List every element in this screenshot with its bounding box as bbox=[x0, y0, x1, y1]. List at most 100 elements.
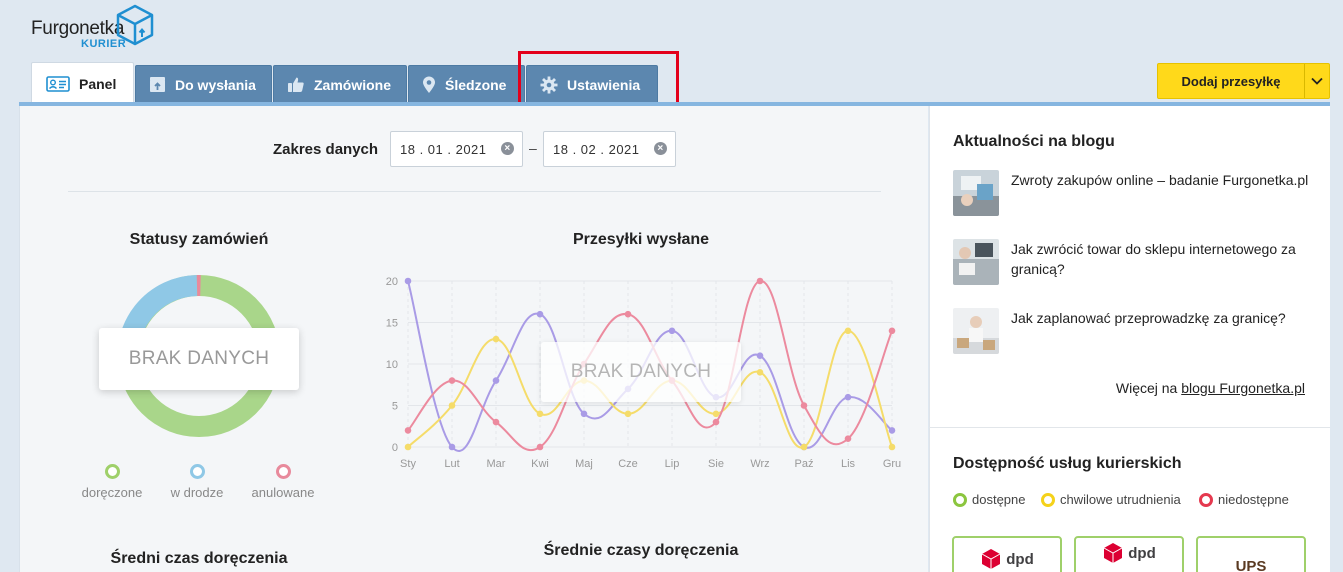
courier-availability-title: Dostępność usług kurierskich bbox=[953, 455, 1182, 472]
blog-thumbnail bbox=[953, 170, 999, 216]
x-tick-label: Mar bbox=[487, 458, 506, 470]
data-point[interactable] bbox=[888, 327, 896, 335]
clear-icon[interactable]: × bbox=[654, 142, 667, 155]
blog-item[interactable]: Jak zaplanować przeprowadzkę za granicę? bbox=[953, 308, 1313, 354]
dpd-logo: dpd bbox=[954, 548, 1060, 570]
add-shipment-label[interactable]: Dodaj przesyłkę bbox=[1158, 64, 1305, 98]
tab-do-wyslania[interactable]: Do wysłania bbox=[135, 65, 272, 103]
tab-sledzone[interactable]: Śledzone bbox=[408, 65, 525, 103]
data-point[interactable] bbox=[536, 310, 544, 318]
data-point[interactable] bbox=[712, 418, 720, 426]
status-dot bbox=[953, 492, 967, 507]
data-point[interactable] bbox=[404, 427, 412, 434]
dpd-cube-icon bbox=[982, 549, 1001, 569]
data-point[interactable] bbox=[844, 393, 852, 401]
data-point[interactable] bbox=[888, 427, 896, 434]
data-point[interactable] bbox=[800, 402, 808, 409]
x-tick-label: Kwi bbox=[531, 458, 549, 470]
blog-item[interactable]: Jak zwrócić towar do sklepu internetoweg… bbox=[953, 239, 1313, 285]
data-point[interactable] bbox=[448, 377, 456, 384]
legend-label: w drodze bbox=[170, 485, 224, 500]
data-point[interactable] bbox=[888, 443, 896, 451]
y-tick-label: 0 bbox=[392, 442, 398, 454]
avg-delivery-time-title: Średni czas doręczenia bbox=[110, 550, 288, 567]
legend-dot bbox=[189, 464, 205, 479]
data-point[interactable] bbox=[448, 443, 456, 451]
courier-card-dpd[interactable]: dpd bbox=[1074, 536, 1184, 572]
data-point[interactable] bbox=[756, 352, 764, 359]
furgonetka-logo[interactable]: Furgonetka KURIER bbox=[31, 4, 161, 50]
data-point[interactable] bbox=[844, 327, 852, 335]
blog-more-prefix: Więcej na bbox=[1115, 380, 1182, 396]
clear-icon[interactable]: × bbox=[501, 142, 514, 155]
data-point[interactable] bbox=[404, 443, 412, 451]
data-point[interactable] bbox=[668, 327, 676, 335]
data-point[interactable] bbox=[756, 369, 764, 376]
chevron-down-icon[interactable] bbox=[1305, 64, 1329, 98]
legend-delivered[interactable]: doręczone bbox=[76, 464, 148, 500]
date-from-value: 18 . 01 . 2021 bbox=[400, 141, 487, 157]
data-point[interactable] bbox=[492, 418, 500, 426]
y-tick-label: 5 bbox=[392, 401, 398, 413]
x-tick-label: Sty bbox=[400, 458, 416, 470]
blog-item[interactable]: Zwroty zakupów online – badanie Furgonet… bbox=[953, 170, 1313, 216]
data-point[interactable] bbox=[844, 435, 852, 442]
legend-label: anulowane bbox=[251, 485, 315, 500]
legend-label: dostępne bbox=[972, 492, 1026, 507]
shipments-sent-title: Przesyłki wysłane bbox=[572, 231, 710, 248]
data-point[interactable] bbox=[624, 410, 632, 418]
data-point[interactable] bbox=[492, 377, 500, 384]
add-shipment-button[interactable]: Dodaj przesyłkę bbox=[1157, 63, 1330, 99]
x-tick-label: Cze bbox=[618, 458, 638, 470]
blog-thumbnail bbox=[953, 308, 999, 354]
legend-cancelled[interactable]: anulowane bbox=[243, 464, 323, 500]
tab-label: Panel bbox=[79, 75, 117, 92]
data-point[interactable] bbox=[448, 402, 456, 409]
date-to-value: 18 . 02 . 2021 bbox=[553, 141, 640, 157]
x-tick-label: Wrz bbox=[750, 458, 769, 470]
data-point[interactable] bbox=[536, 410, 544, 418]
tab-zamowione[interactable]: Zamówione bbox=[273, 65, 407, 103]
id-card-icon bbox=[46, 75, 70, 92]
tab-panel[interactable]: Panel bbox=[31, 62, 134, 104]
status-dot bbox=[1041, 492, 1055, 507]
y-tick-label: 20 bbox=[386, 276, 398, 288]
data-point[interactable] bbox=[624, 310, 632, 318]
legend-available: dostępne bbox=[953, 492, 1026, 507]
y-tick-label: 15 bbox=[386, 318, 398, 330]
ups-logo: UPS bbox=[1235, 558, 1267, 572]
legend-in-transit[interactable]: w drodze bbox=[161, 464, 233, 500]
sidebar-divider bbox=[929, 427, 1330, 428]
data-point[interactable] bbox=[404, 277, 412, 285]
blog-more-link[interactable]: blogu Furgonetka.pl bbox=[1181, 380, 1305, 396]
date-from-input[interactable]: 18 . 01 . 2021 × bbox=[390, 131, 523, 167]
data-point[interactable] bbox=[580, 410, 588, 418]
data-point[interactable] bbox=[800, 443, 808, 451]
divider bbox=[68, 191, 881, 192]
location-pin-icon bbox=[422, 76, 436, 94]
x-tick-label: Lut bbox=[444, 458, 459, 470]
courier-name: dpd bbox=[1128, 544, 1156, 562]
legend-dot bbox=[275, 464, 291, 479]
data-point[interactable] bbox=[536, 443, 544, 451]
order-status-title: Statusy zamówień bbox=[129, 231, 269, 248]
status-dot bbox=[1199, 492, 1213, 507]
x-tick-label: Gru bbox=[883, 458, 901, 470]
box-logo-icon bbox=[116, 4, 154, 46]
data-point[interactable] bbox=[712, 410, 720, 418]
blog-thumbnail bbox=[953, 239, 999, 285]
courier-card-dpd[interactable]: dpd bbox=[952, 536, 1062, 572]
date-range-label: Zakres danych bbox=[273, 141, 379, 158]
data-point[interactable] bbox=[756, 277, 764, 285]
x-tick-label: Lis bbox=[841, 458, 856, 470]
box-upload-icon bbox=[149, 76, 166, 93]
legend-label: chwilowe utrudnienia bbox=[1060, 492, 1181, 507]
tab-label: Do wysłania bbox=[175, 76, 256, 93]
blog-item-title: Jak zaplanować przeprowadzkę za granicę? bbox=[1011, 310, 1286, 326]
data-point[interactable] bbox=[492, 335, 500, 343]
date-to-input[interactable]: 18 . 02 . 2021 × bbox=[543, 131, 676, 167]
courier-name: dpd bbox=[1006, 550, 1034, 568]
courier-card-ups[interactable]: UPS bbox=[1196, 536, 1306, 572]
logo-text: Furgonetka bbox=[31, 18, 125, 39]
legend-dot bbox=[104, 464, 120, 479]
